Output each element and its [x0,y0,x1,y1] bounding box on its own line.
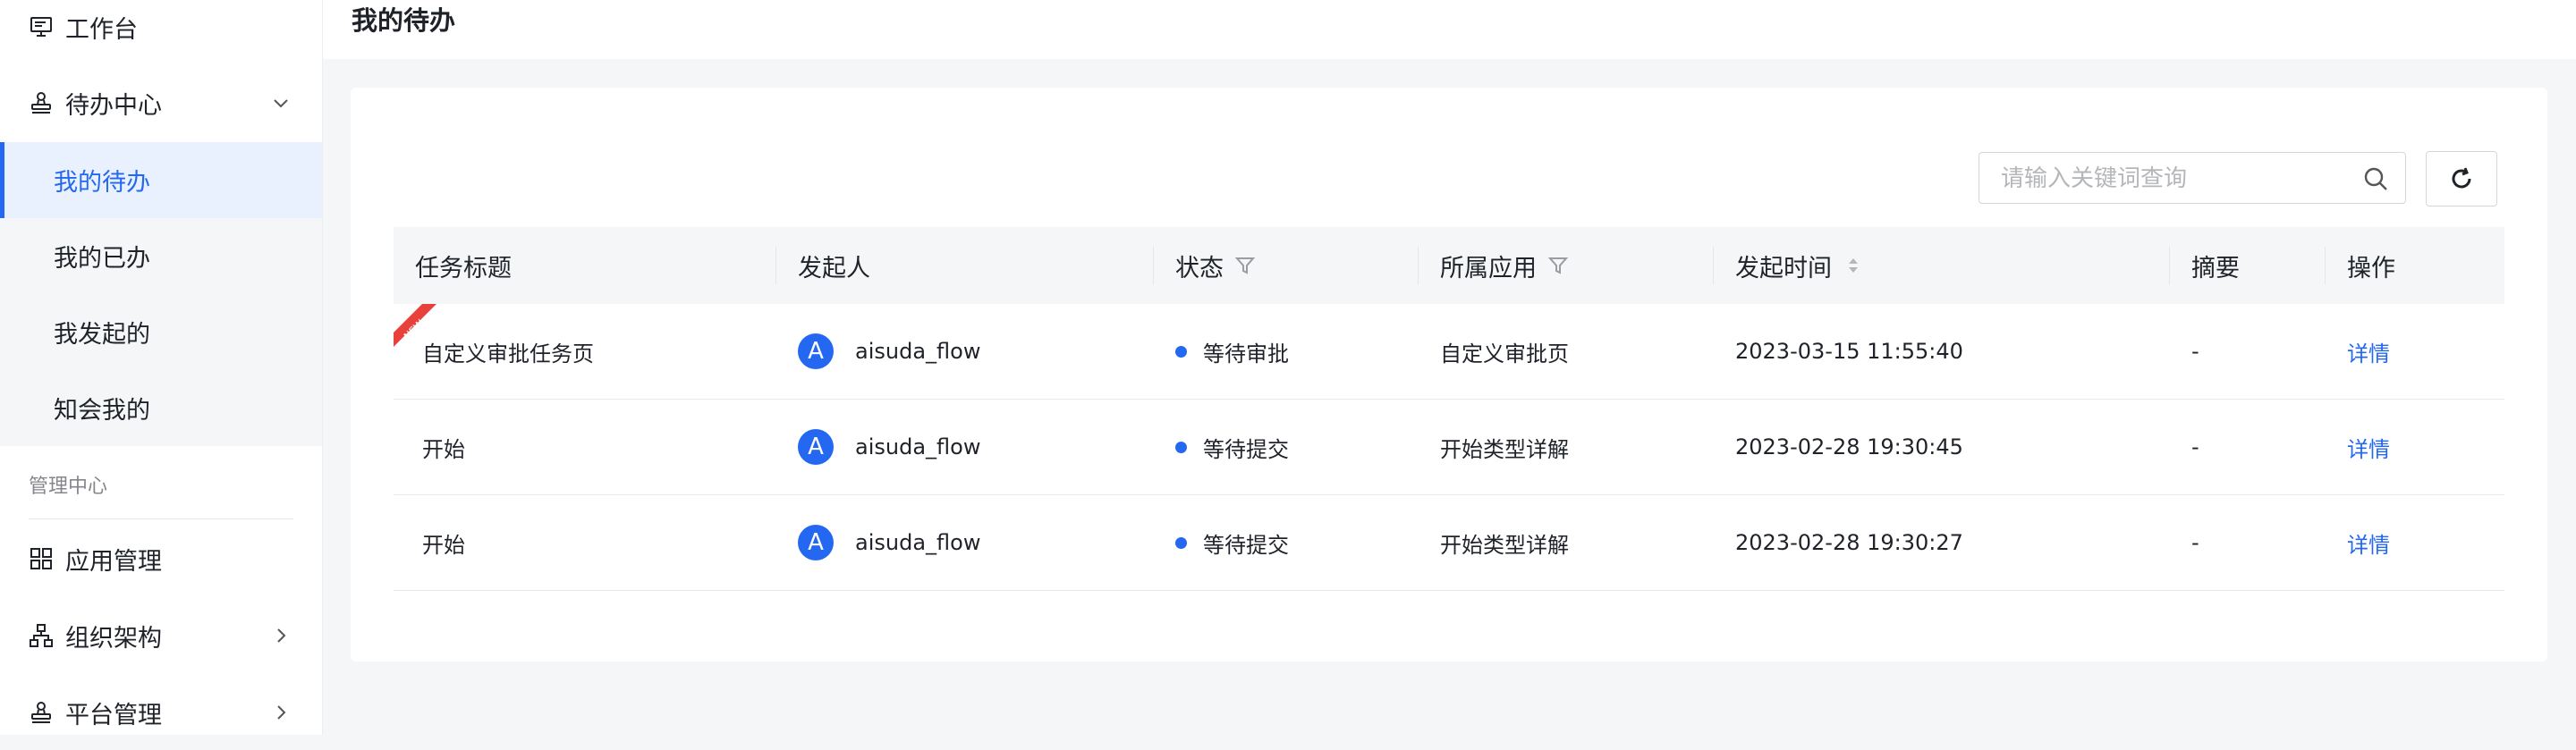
column-header-label: 所属应用 [1440,254,1537,282]
app-name: 自定义审批页 [1440,341,1569,367]
column-header-label: 摘要 [2191,254,2240,282]
sidebar-item-my-initiated[interactable]: 我发起的 [0,294,322,370]
chevron-right-icon [277,705,286,720]
sidebar-item-org-structure[interactable]: 组织架构 [0,598,322,673]
stamp-icon [28,699,55,726]
filter-icon[interactable] [1547,255,1569,276]
action-cell: 详情 [2326,495,2504,590]
sidebar-item-label: 我的已办 [54,245,150,273]
column-header-summary: 摘要 [2170,227,2326,304]
sidebar: 工作台 待办中心 我的待办 我的已办 我发起的 知会我的 管理中心 应用管理 组… [0,0,323,735]
status-text: 等待提交 [1203,436,1289,462]
page-title: 我的待办 [352,5,456,36]
app-name: 开始类型详解 [1440,532,1569,558]
avatar: A [798,525,834,560]
column-header-label: 状态 [1175,254,1224,282]
sidebar-item-workbench[interactable]: 工作台 [0,0,322,64]
column-header-label: 发起人 [798,254,870,282]
sidebar-item-app-management[interactable]: 应用管理 [0,521,322,596]
table-header: 任务标题 发起人 状态 所属应用 发起时间 摘要 操作 [394,227,2504,304]
status-text: 等待提交 [1203,532,1289,558]
column-header-initiator: 发起人 [776,227,1154,304]
table-row: 开始 A aisuda_flow 等待提交 开始类型详解 2023-02-28 … [394,400,2504,495]
sidebar-item-cc-me[interactable]: 知会我的 [0,370,322,446]
chevron-right-icon [277,628,286,643]
action-cell: 详情 [2326,304,2504,399]
stamp-icon [28,89,55,116]
monitor-icon [28,13,55,40]
task-title[interactable]: 开始 [394,400,776,494]
column-header-action: 操作 [2326,227,2504,304]
app-name: 开始类型详解 [1440,436,1569,462]
sidebar-item-label: 待办中心 [65,91,162,120]
refresh-icon [2452,167,2471,189]
action-cell: 详情 [2326,400,2504,494]
chevron-down-icon [274,99,288,108]
table-row: 开始 A aisuda_flow 等待提交 开始类型详解 2023-02-28 … [394,495,2504,591]
avatar: A [798,429,834,465]
detail-link[interactable]: 详情 [2347,527,2390,559]
filter-icon[interactable] [1234,255,1256,276]
sidebar-item-my-done[interactable]: 我的已办 [0,218,322,294]
sidebar-item-label: 知会我的 [54,397,150,425]
sidebar-item-platform-management[interactable]: 平台管理 [0,675,322,750]
initiator-name: aisuda_flow [855,339,981,364]
initiated-time: 2023-02-28 19:30:27 [1735,530,1963,555]
initiator-cell: A aisuda_flow [776,495,1154,590]
status-cell: 等待审批 [1154,304,1419,399]
column-header-title: 任务标题 [394,227,776,304]
initiator-name: aisuda_flow [855,434,981,459]
sidebar-item-my-todo[interactable]: 我的待办 [0,142,322,218]
sort-icon[interactable] [1843,255,1864,276]
column-header-label: 任务标题 [415,254,512,282]
sidebar-item-label: 组织架构 [65,624,162,653]
initiated-time: 2023-02-28 19:30:45 [1735,434,1963,459]
task-title[interactable]: 开始 [394,495,776,590]
status-text: 等待审批 [1203,341,1289,367]
sidebar-item-label: 应用管理 [65,547,162,576]
initiator-cell: A aisuda_flow [776,400,1154,494]
sidebar-item-label: 我的待办 [54,169,150,197]
column-header-app: 所属应用 [1419,227,1714,304]
org-chart-icon [28,622,55,649]
initiated-time: 2023-03-15 11:55:40 [1735,339,1963,364]
summary: - [2191,530,2199,555]
detail-link[interactable]: 详情 [2347,432,2390,463]
summary: - [2191,339,2199,364]
sidebar-item-label: 平台管理 [65,701,162,729]
avatar: A [798,333,834,369]
sidebar-item-todo-center[interactable]: 待办中心 [0,65,322,140]
search-input[interactable] [1999,162,2351,196]
status-dot [1175,441,1187,453]
column-header-status: 状态 [1154,227,1419,304]
initiator-name: aisuda_flow [855,530,981,555]
initiator-cell: A aisuda_flow [776,304,1154,399]
status-dot [1175,345,1187,358]
table-row: NEW 自定义审批任务页 A aisuda_flow 等待审批 自定义审批页 2… [394,304,2504,400]
sidebar-item-label: 我发起的 [54,321,150,349]
column-header-time: 发起时间 [1714,227,2170,304]
status-dot [1175,536,1187,549]
sidebar-divider [29,518,293,519]
status-cell: 等待提交 [1154,495,1419,590]
status-cell: 等待提交 [1154,400,1419,494]
column-header-label: 发起时间 [1735,254,1832,282]
task-title[interactable]: 自定义审批任务页 [394,304,776,399]
sidebar-item-label: 工作台 [65,15,138,44]
sidebar-section-title: 管理中心 [29,476,108,498]
summary: - [2191,434,2199,459]
grid-icon [28,545,55,572]
page-header: 我的待办 [323,0,2576,59]
search-box [1979,152,2406,204]
search-icon[interactable] [2362,165,2389,192]
detail-link[interactable]: 详情 [2347,336,2390,367]
refresh-button[interactable] [2426,151,2497,206]
column-header-label: 操作 [2347,254,2395,282]
